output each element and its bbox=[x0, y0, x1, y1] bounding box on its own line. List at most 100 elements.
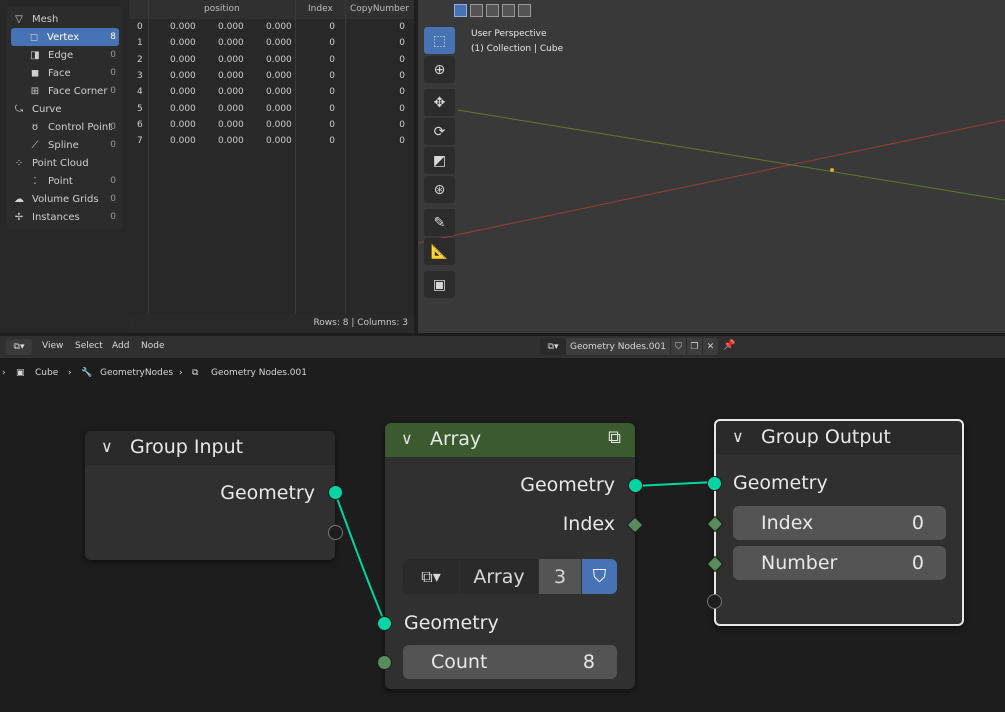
table-footer: Rows: 8 | Columns: 3 bbox=[129, 314, 414, 333]
domain-count: 0 bbox=[110, 50, 116, 60]
domain-item[interactable]: ◼ Face 0 bbox=[7, 64, 123, 82]
domain-item[interactable]: ✢ Instances 0 bbox=[7, 208, 123, 226]
number-field[interactable]: Number 0 bbox=[733, 546, 946, 580]
domain-item[interactable]: ▽ Mesh bbox=[7, 10, 123, 28]
fake-user-shield-icon[interactable]: ⛉ bbox=[582, 559, 617, 594]
output-geometry-socket[interactable] bbox=[628, 478, 643, 493]
node-group-browse-icon[interactable]: ⧉▾ bbox=[403, 559, 459, 594]
select-mode-intersect-icon[interactable] bbox=[518, 4, 531, 17]
cell-index: 0 bbox=[329, 22, 335, 32]
node-editor[interactable]: ⧉▾ View Select Add Node ⧉▾ Geometry Node… bbox=[0, 336, 1005, 712]
row-index: 5 bbox=[137, 103, 143, 114]
add-cube-icon[interactable]: ▣ bbox=[424, 271, 455, 298]
chevron-down-icon[interactable]: ∨ bbox=[101, 437, 113, 456]
domain-item[interactable]: ☁ Volume Grids 0 bbox=[7, 190, 123, 208]
cell-copynumber: 0 bbox=[399, 87, 405, 98]
output-empty-socket[interactable] bbox=[328, 525, 343, 540]
node-group-users[interactable]: 3 bbox=[539, 559, 581, 594]
index-field[interactable]: Index 0 bbox=[733, 506, 946, 540]
select-mode-difference-icon[interactable] bbox=[502, 4, 515, 17]
domain-item[interactable]: ⟋ Spline 0 bbox=[7, 136, 123, 154]
spreadsheet-table[interactable]: position Index CopyNumber 0 0.000 0.000 0.0… bbox=[129, 0, 414, 314]
cell-position-z: 0.000 bbox=[266, 119, 292, 130]
count-value: 8 bbox=[582, 651, 595, 673]
face-icon: ◼ bbox=[30, 67, 40, 79]
domain-item[interactable]: ◻ Vertex 8 bbox=[11, 28, 119, 46]
table-row: 5 0.000 0.000 0.000 0 0 bbox=[129, 101, 414, 117]
output-geometry-socket[interactable] bbox=[328, 485, 343, 500]
input-geometry-socket[interactable] bbox=[377, 616, 392, 631]
scale-icon[interactable]: ◩ bbox=[424, 147, 455, 174]
data-set-region: ▽ Mesh ◻ Vertex 8 ◨ Edge 0 ◼ Face 0 ⊞ Face Corner 0 ⤿ C… bbox=[7, 7, 123, 229]
group-input-node[interactable]: ∨ Group Input Geometry bbox=[85, 431, 343, 560]
node-group-name[interactable]: Array bbox=[460, 559, 538, 594]
domain-item[interactable]: ⁚ Point 0 bbox=[7, 172, 123, 190]
node-group-icon: ⧉ bbox=[608, 427, 621, 448]
vertex-icon: ◻ bbox=[29, 31, 39, 43]
node-title: Group Output bbox=[761, 426, 891, 448]
select-mode-extend-icon[interactable] bbox=[470, 4, 483, 17]
domain-count: 0 bbox=[110, 86, 116, 96]
index-value: 0 bbox=[911, 512, 924, 534]
tool-shelf: ⬚ ⊕ ✥ ⟳ ◩ ⊛ ✎ 📐 ▣ bbox=[424, 27, 455, 300]
domain-item[interactable]: ◨ Edge 0 bbox=[7, 46, 123, 64]
domain-label: Face Corner bbox=[48, 85, 108, 97]
cell-position-x: 0.000 bbox=[170, 136, 196, 147]
chevron-down-icon[interactable]: ∨ bbox=[732, 427, 744, 446]
input-geometry-socket[interactable] bbox=[707, 476, 722, 491]
3d-viewport[interactable]: ⬚ ⊕ ✥ ⟳ ◩ ⊛ ✎ 📐 ▣ User Perspective (1) C… bbox=[418, 0, 1005, 333]
select-box-icon[interactable]: ⬚ bbox=[424, 27, 455, 54]
transform-icon[interactable]: ⊛ bbox=[424, 176, 455, 203]
domain-label: Point bbox=[48, 175, 73, 187]
collection-label: (1) Collection | Cube bbox=[471, 44, 564, 54]
cell-position-x: 0.000 bbox=[170, 119, 196, 130]
table-row: 4 0.000 0.000 0.000 0 0 bbox=[129, 84, 414, 100]
row-index: 4 bbox=[137, 87, 143, 98]
domain-item[interactable]: ⁘ Point Cloud bbox=[7, 154, 123, 172]
mesh-icon: ▽ bbox=[15, 13, 23, 25]
curve-icon: ⤿ bbox=[14, 103, 24, 115]
node-title: Array bbox=[430, 428, 482, 450]
domain-item[interactable]: ⊞ Face Corner 0 bbox=[7, 82, 123, 100]
cell-copynumber: 0 bbox=[399, 38, 405, 49]
input-empty-socket[interactable] bbox=[707, 594, 722, 609]
group-output-node[interactable]: ∨ Group Output Geometry Index 0 Number 0 bbox=[706, 419, 964, 626]
origin-point bbox=[830, 168, 834, 172]
rotate-icon[interactable]: ⟳ bbox=[424, 118, 455, 145]
domain-count: 0 bbox=[110, 176, 116, 186]
domain-item[interactable]: ⤿ Curve bbox=[7, 100, 123, 118]
input-count-socket[interactable] bbox=[377, 655, 392, 670]
move-icon[interactable]: ✥ bbox=[424, 89, 455, 116]
cell-position-y: 0.000 bbox=[218, 87, 244, 98]
row-index: 2 bbox=[137, 54, 143, 65]
measure-icon[interactable]: 📐 bbox=[424, 238, 455, 265]
cell-position-z: 0.000 bbox=[266, 103, 292, 114]
column-header-position[interactable]: position bbox=[204, 4, 240, 14]
cell-copynumber: 0 bbox=[399, 70, 405, 81]
domain-count: 0 bbox=[110, 68, 116, 78]
annotate-icon[interactable]: ✎ bbox=[424, 209, 455, 236]
domain-label: Curve bbox=[32, 103, 62, 115]
column-header-index[interactable]: Index bbox=[308, 4, 333, 14]
input-geometry-label: Geometry bbox=[404, 612, 499, 634]
select-mode-new-icon[interactable] bbox=[454, 4, 467, 17]
spreadsheet-editor: ▽ Mesh ◻ Vertex 8 ◨ Edge 0 ◼ Face 0 ⊞ Face Corner 0 ⤿ C… bbox=[0, 0, 414, 333]
node-group-selector[interactable]: ⧉▾ Array 3 ⛉ bbox=[403, 559, 617, 594]
select-mode-subtract-icon[interactable] bbox=[486, 4, 499, 17]
cell-position-x: 0.000 bbox=[170, 70, 196, 81]
node-header[interactable]: ∨ Array ⧉ bbox=[385, 423, 635, 457]
array-node[interactable]: ∨ Array ⧉ Geometry Index ⧉▾ Array 3 ⛉ Ge… bbox=[377, 423, 644, 689]
node-header[interactable]: ∨ Group Input bbox=[85, 431, 335, 465]
node-header[interactable]: ∨ Group Output bbox=[716, 421, 962, 455]
domain-count: 0 bbox=[110, 194, 116, 204]
chevron-down-icon[interactable]: ∨ bbox=[401, 429, 413, 448]
viewport-header bbox=[418, 0, 1005, 24]
control-point-icon: ʊ bbox=[31, 121, 39, 133]
x-axis-line bbox=[418, 119, 1005, 244]
cursor-icon[interactable]: ⊕ bbox=[424, 56, 455, 83]
domain-item[interactable]: ʊ Control Point 0 bbox=[7, 118, 123, 136]
point-cloud-icon: ⁘ bbox=[14, 157, 24, 169]
column-header-copynumber[interactable]: CopyNumber bbox=[350, 4, 409, 14]
count-field[interactable]: Count 8 bbox=[403, 645, 617, 679]
domain-label: Volume Grids bbox=[32, 193, 99, 205]
